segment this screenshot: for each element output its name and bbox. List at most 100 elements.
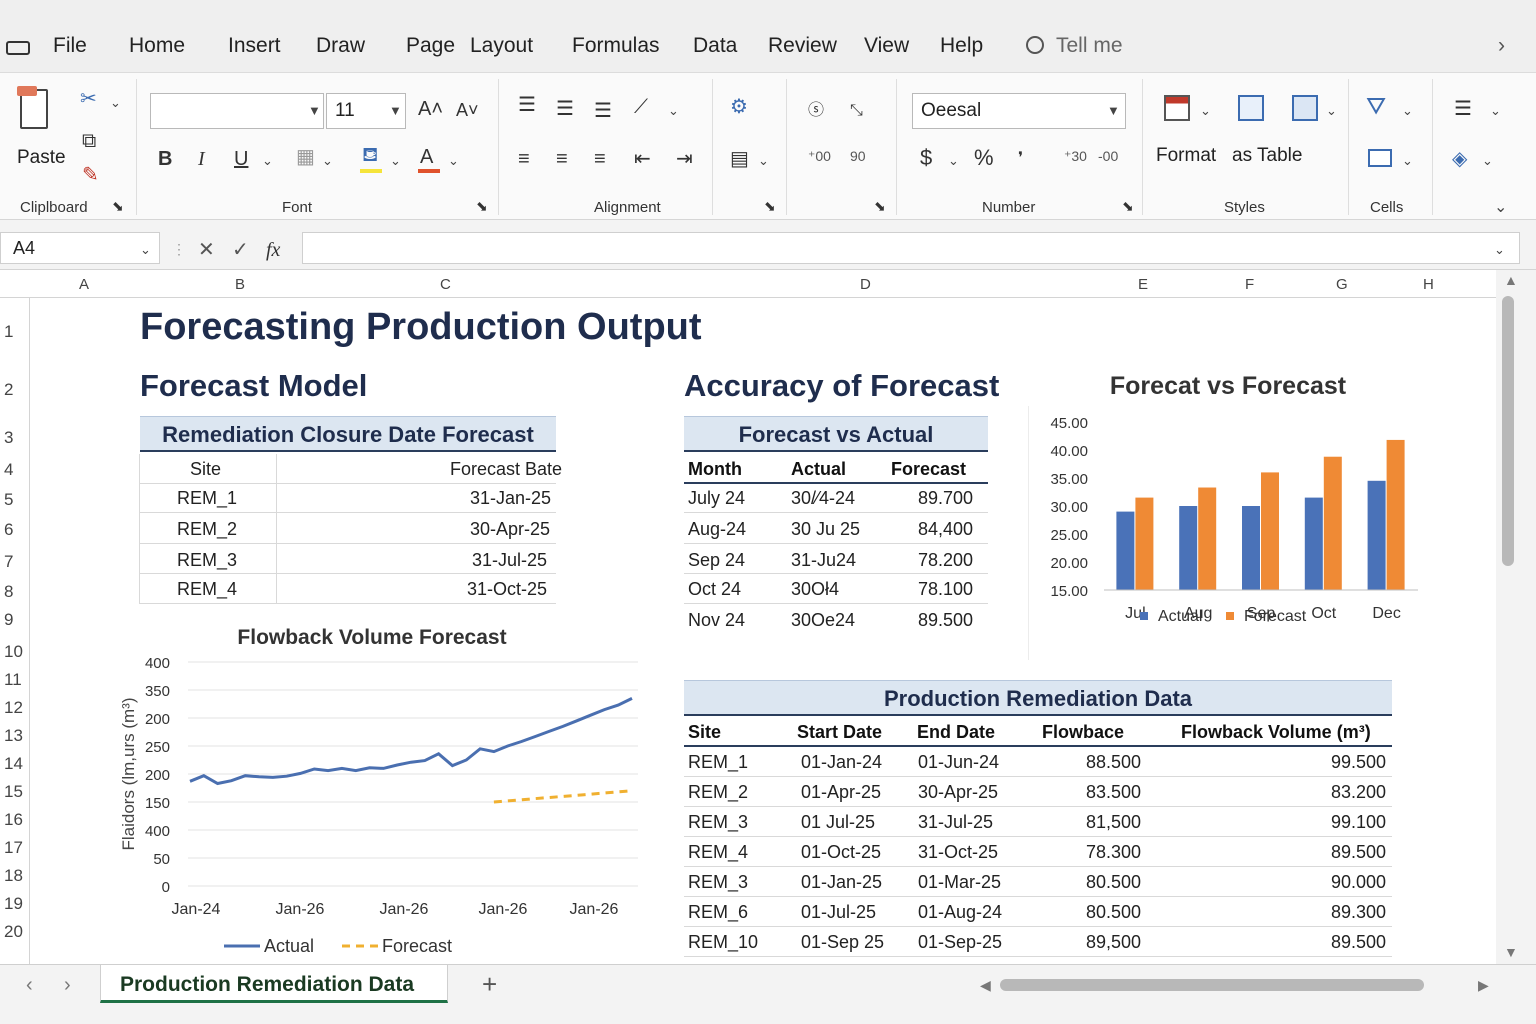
align-bottom-icon[interactable]: ☰	[594, 101, 612, 121]
table-cell[interactable]: 80.500	[1086, 872, 1141, 893]
merge-center-icon[interactable]: ▤	[730, 149, 749, 169]
flowback-line-chart[interactable]: Flowback Volume Forecast 400 350 200 250 200 1…	[108, 616, 648, 962]
delete-cells-dropdown-icon[interactable]: ⌄	[1402, 153, 1413, 169]
table-cell[interactable]: 89.500	[918, 610, 973, 631]
table-cell[interactable]: 01-Mar-25	[918, 872, 1001, 893]
menu-file[interactable]: File	[53, 34, 87, 58]
menu-draw[interactable]: Draw	[316, 34, 365, 58]
menu-formulas[interactable]: Formulas	[572, 34, 660, 58]
table-cell[interactable]: 89.500	[1331, 932, 1386, 953]
bold-icon[interactable]: B	[158, 149, 172, 169]
table-cell[interactable]: 89.300	[1331, 902, 1386, 923]
table-cell[interactable]: 30/⁄4-24	[791, 488, 855, 509]
table-cell[interactable]: REM_2	[688, 782, 748, 803]
decrease-font-icon[interactable]: A˅	[456, 101, 479, 119]
borders-dropdown-icon[interactable]: ⌄	[322, 153, 333, 169]
scroll-down-icon[interactable]: ▼	[1504, 944, 1518, 960]
row-header[interactable]: 16	[4, 810, 23, 830]
row-header[interactable]: 18	[4, 866, 23, 886]
table-cell[interactable]: 01-Jul-25	[801, 902, 876, 923]
table-cell[interactable]: 01-Apr-25	[801, 782, 881, 803]
row-header[interactable]: 13	[4, 726, 23, 746]
row-header[interactable]: 15	[4, 782, 23, 802]
table-cell[interactable]: 90.000	[1331, 872, 1386, 893]
menu-page[interactable]: Page	[406, 34, 455, 58]
row-header[interactable]: 20	[4, 922, 23, 942]
expand-formula-icon[interactable]: ⌄	[1494, 242, 1505, 258]
paste-button[interactable]: Paste	[17, 147, 66, 169]
row-header[interactable]: 5	[4, 490, 13, 510]
column-header[interactable]: A	[79, 276, 89, 293]
italic-icon[interactable]: I	[198, 149, 205, 169]
percent-icon[interactable]: %	[974, 147, 994, 169]
vertical-scroll-thumb[interactable]	[1502, 296, 1514, 566]
format-button[interactable]: Format	[1156, 145, 1216, 167]
underline-icon[interactable]: U	[234, 149, 248, 169]
orientation-dropdown-icon[interactable]: ⌄	[668, 103, 679, 119]
collapse-ribbon-icon[interactable]: ⌄	[1494, 197, 1507, 217]
menu-view[interactable]: View	[864, 34, 909, 58]
scroll-up-icon[interactable]: ▲	[1504, 272, 1518, 288]
table-cell[interactable]: Aug-24	[688, 519, 746, 540]
worksheet-grid[interactable]: A B C D E F G H 1 2 3 4 5 6 7 8 9 10 11 …	[0, 270, 1536, 964]
cut-icon[interactable]: ✂	[80, 89, 97, 109]
table-cell[interactable]: 83.200	[1331, 782, 1386, 803]
formula-bar-grip-icon[interactable]: ⋮	[172, 242, 186, 256]
align-top-icon[interactable]: ☰	[518, 95, 536, 115]
row-header[interactable]: 11	[4, 670, 22, 690]
align-right-icon[interactable]: ≡	[594, 149, 606, 169]
table-cell[interactable]: 31-Ju24	[791, 550, 856, 571]
name-box-dropdown-icon[interactable]: ⌄	[140, 242, 151, 258]
conditional-format-icon[interactable]	[1164, 95, 1190, 121]
table-cell[interactable]: 99.500	[1331, 752, 1386, 773]
remove-decimal-icon[interactable]: -00	[1098, 149, 1118, 163]
window-icon[interactable]	[6, 41, 30, 55]
table-cell[interactable]: 31-Oct-25	[918, 842, 998, 863]
font-color-icon[interactable]: A	[420, 147, 433, 167]
table-cell[interactable]: 01 Jul-25	[801, 812, 875, 833]
row-header[interactable]: 17	[4, 838, 23, 858]
column-header[interactable]: E	[1138, 276, 1148, 293]
table-cell[interactable]: REM_2	[177, 519, 237, 540]
horizontal-scroll-thumb[interactable]	[1000, 979, 1424, 991]
font-color-dropdown-icon[interactable]: ⌄	[448, 153, 459, 169]
chevron-right-icon[interactable]: ›	[1498, 34, 1505, 58]
cancel-icon[interactable]: ✕	[198, 240, 215, 260]
table-cell[interactable]: 01-Jan-25	[801, 872, 882, 893]
forecast-bar-chart[interactable]: Forecat vs Forecast 45.00 40.00 35.00 30.00 2…	[1028, 366, 1428, 666]
table-cell[interactable]: 31-Jan-25	[470, 488, 551, 509]
fill-color-dropdown-icon[interactable]: ⌄	[390, 153, 401, 169]
tab-next-icon[interactable]: ›	[64, 975, 71, 995]
accounting-icon[interactable]: ⓢ	[808, 103, 824, 119]
column-header[interactable]: G	[1336, 276, 1348, 293]
column-header[interactable]: F	[1245, 276, 1254, 293]
borders-icon[interactable]: ▦	[296, 147, 315, 167]
align-center-icon[interactable]: ≡	[556, 149, 568, 169]
table-cell[interactable]: 78.100	[918, 579, 973, 600]
row-header[interactable]: 14	[4, 754, 23, 774]
table-cell[interactable]: REM_3	[688, 812, 748, 833]
merge-dropdown-icon[interactable]: ⌄	[758, 153, 769, 169]
table-cell[interactable]: 30Oł4	[791, 579, 839, 600]
add-decimal-icon[interactable]: ⁺30	[1064, 149, 1087, 163]
clipboard-launcher-icon[interactable]: ⬊	[112, 199, 124, 213]
insert-function-icon[interactable]: fx	[266, 240, 280, 260]
number-format-caret-icon[interactable]: ▼	[1107, 103, 1120, 118]
column-header[interactable]: C	[440, 276, 451, 293]
tab-prev-icon[interactable]: ‹	[26, 975, 33, 995]
insert-cells-dropdown-icon[interactable]: ⌄	[1402, 103, 1413, 119]
vertical-scrollbar[interactable]: ▲ ▼	[1496, 270, 1536, 964]
font-size-caret-icon[interactable]: ▼	[389, 103, 402, 118]
alignment-launcher-icon[interactable]: ⬊	[764, 199, 776, 213]
row-header[interactable]: 2	[4, 380, 13, 400]
table-cell[interactable]: July 24	[688, 488, 745, 509]
table-cell[interactable]: 30Oe24	[791, 610, 855, 631]
row-header[interactable]: 6	[4, 520, 13, 540]
row-header[interactable]: 1	[4, 322, 13, 342]
table-cell[interactable]: REM_1	[688, 752, 748, 773]
row-header[interactable]: 19	[4, 894, 23, 914]
column-header[interactable]: H	[1423, 276, 1434, 293]
font-name-dropdown[interactable]	[150, 93, 324, 129]
table-cell[interactable]: REM_10	[688, 932, 758, 953]
number-format-dropdown[interactable]: Oeesal	[912, 93, 1126, 129]
